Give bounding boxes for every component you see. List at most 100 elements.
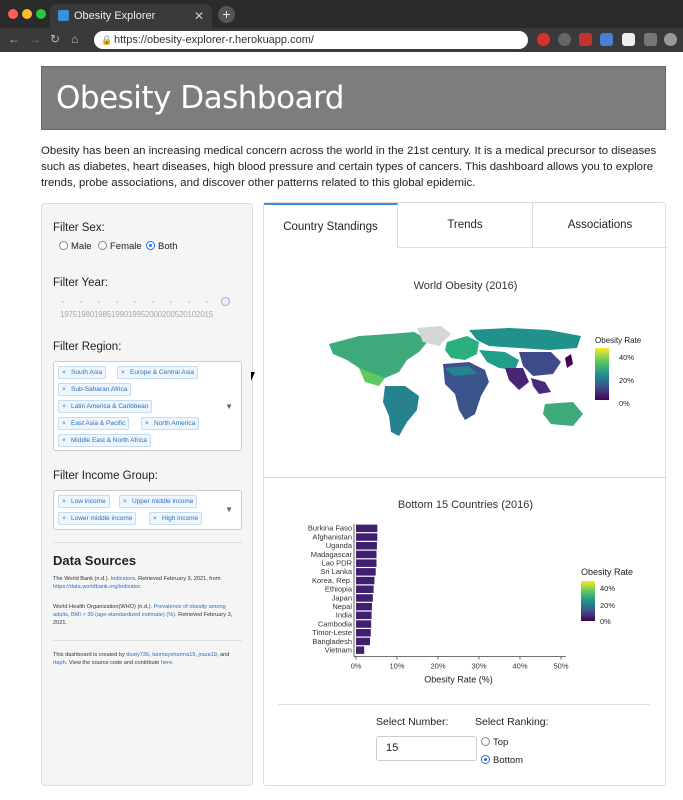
bar[interactable] — [356, 550, 377, 559]
map-russia[interactable] — [469, 328, 581, 350]
tab-country-standings[interactable]: Country Standings — [264, 203, 398, 248]
region-tag[interactable]: × Sub-Saharan Africa — [58, 383, 132, 396]
adblock-extension-icon[interactable] — [537, 33, 550, 46]
reload-icon[interactable]: ↻ — [50, 32, 60, 46]
income-tag[interactable]: × High income — [149, 512, 203, 525]
bar[interactable] — [356, 646, 365, 654]
map-japan[interactable] — [565, 354, 573, 368]
filter-region-label: Filter Region: — [53, 341, 122, 353]
author-link[interactable]: tanmaysharma19 — [152, 652, 195, 658]
bar[interactable] — [356, 594, 373, 602]
region-tag[interactable]: × Latin America & Caribbean — [58, 400, 153, 413]
address-bar[interactable]: 🔒 https://obesity-explorer-r.herokuapp.c… — [94, 31, 528, 49]
chevron-down-icon[interactable]: ▼ — [225, 402, 233, 411]
map-india[interactable] — [505, 368, 529, 390]
filter-year-label: Filter Year: — [53, 277, 108, 289]
bar[interactable] — [356, 576, 375, 585]
close-tab-icon[interactable]: ✕ — [194, 4, 204, 28]
region-tag[interactable]: × South Asia — [58, 366, 107, 379]
bar[interactable] — [356, 524, 378, 533]
map-legend-tick: 0% — [619, 399, 630, 408]
region-tag[interactable]: × Middle East & North Africa — [58, 434, 151, 447]
bar[interactable] — [356, 585, 374, 594]
lock-icon: 🔒 — [101, 35, 113, 45]
region-multiselect[interactable]: × South Asia × Europe & Central Asia × Sub-… — [53, 361, 242, 451]
map-china[interactable] — [519, 352, 561, 376]
author-link[interactable]: dusty736 — [126, 652, 149, 658]
map-south-america[interactable] — [383, 386, 419, 436]
y-tick-label: Timor-Leste — [312, 628, 352, 637]
info-extension-icon[interactable] — [558, 33, 571, 46]
year-slider-track[interactable] — [62, 301, 227, 303]
bar[interactable] — [356, 533, 378, 541]
map-central-asia[interactable] — [479, 350, 519, 370]
worldbank-url-link[interactable]: https://data.worldbank.org/indicator — [53, 584, 140, 590]
browser-nav-bar: ← → ↻ ⌂ 🔒 https://obesity-explorer-r.her… — [0, 28, 683, 52]
region-tag[interactable]: × North America — [141, 417, 200, 430]
profile-avatar[interactable] — [664, 33, 677, 46]
y-tick-label: Sri Lanka — [320, 567, 353, 576]
bar[interactable] — [356, 568, 376, 576]
year-slider-handle[interactable] — [221, 297, 230, 306]
region-tag[interactable]: × East Asia & Pacific — [58, 417, 130, 430]
puzzle-extensions-icon[interactable] — [644, 33, 657, 46]
map-australia[interactable] — [543, 402, 583, 426]
indicators-link[interactable]: Indicators — [111, 576, 135, 582]
map-southeast-asia[interactable] — [531, 378, 551, 394]
url-text: https://obesity-explorer-r.herokuapp.com… — [114, 34, 314, 46]
sex-radio-both[interactable]: Both — [146, 241, 178, 252]
chevron-down-icon[interactable]: ▼ — [225, 505, 233, 514]
y-tick-label: Vietnam — [325, 646, 352, 655]
bar[interactable] — [356, 620, 372, 628]
bar[interactable] — [356, 542, 377, 550]
map-europe[interactable] — [445, 336, 479, 360]
y-tick-label: Madagascar — [311, 550, 353, 559]
intro-paragraph: Obesity has been an increasing medical c… — [41, 145, 657, 189]
extension-icon[interactable] — [600, 33, 613, 46]
world-choropleth-map[interactable] — [319, 324, 589, 439]
x-axis-title: Obesity Rate (%) — [424, 675, 493, 685]
bar[interactable] — [356, 637, 370, 646]
tab-associations[interactable]: Associations — [533, 203, 667, 248]
sex-radio-female[interactable]: Female — [98, 241, 142, 252]
bar-legend-tick: 40% — [600, 584, 616, 593]
world-map-card: World Obesity (2016) Obesity Rate 40% 20… — [264, 249, 667, 477]
close-window-icon[interactable] — [8, 9, 18, 19]
y-tick-label: Burkina Faso — [308, 524, 352, 533]
income-multiselect[interactable]: × Low income × Upper middle income × Lower … — [53, 490, 242, 530]
region-tag[interactable]: × Europe & Central Asia — [117, 366, 198, 379]
filter-sex-label: Filter Sex: — [53, 222, 105, 234]
data-source-worldbank: The World Bank (n.d.). Indicators. Retri… — [53, 576, 221, 590]
map-north-america[interactable] — [329, 332, 429, 378]
bar[interactable] — [356, 602, 372, 611]
browser-tab[interactable]: Obesity Explorer ✕ — [50, 4, 212, 28]
number-input[interactable]: 15 — [376, 736, 477, 761]
y-tick-label: Lao PDR — [322, 559, 353, 568]
back-icon[interactable]: ← — [8, 32, 20, 46]
year-slider-ticks: 197519801985199019952000200520102015 — [60, 310, 213, 319]
extension-icon[interactable] — [622, 33, 635, 46]
ranking-radio-top[interactable]: Top — [481, 737, 508, 748]
ranking-radio-bottom[interactable]: Bottom — [481, 755, 523, 766]
tab-trends[interactable]: Trends — [398, 203, 533, 248]
maximize-window-icon[interactable] — [36, 9, 46, 19]
author-link[interactable]: jraza19 — [199, 652, 217, 658]
y-tick-label: Ethiopia — [325, 585, 353, 594]
mouse-cursor-icon — [251, 372, 255, 381]
author-link[interactable]: rtaph — [53, 660, 66, 666]
sex-radio-male[interactable]: Male — [59, 241, 92, 252]
home-icon[interactable]: ⌂ — [71, 32, 78, 46]
income-tag[interactable]: × Lower middle income — [58, 512, 137, 525]
minimize-window-icon[interactable] — [22, 9, 32, 19]
source-code-link[interactable]: here — [161, 660, 172, 666]
new-tab-button[interactable]: + — [218, 6, 235, 23]
x-tick-label: 30% — [471, 662, 486, 671]
bar[interactable] — [356, 559, 377, 567]
bar[interactable] — [356, 611, 372, 620]
map-legend-title: Obesity Rate — [595, 336, 642, 345]
forward-icon[interactable]: → — [29, 32, 41, 46]
income-tag[interactable]: × Low income — [58, 495, 110, 508]
bar[interactable] — [356, 629, 371, 637]
extension-icon[interactable] — [579, 33, 592, 46]
income-tag[interactable]: × Upper middle income — [119, 495, 198, 508]
